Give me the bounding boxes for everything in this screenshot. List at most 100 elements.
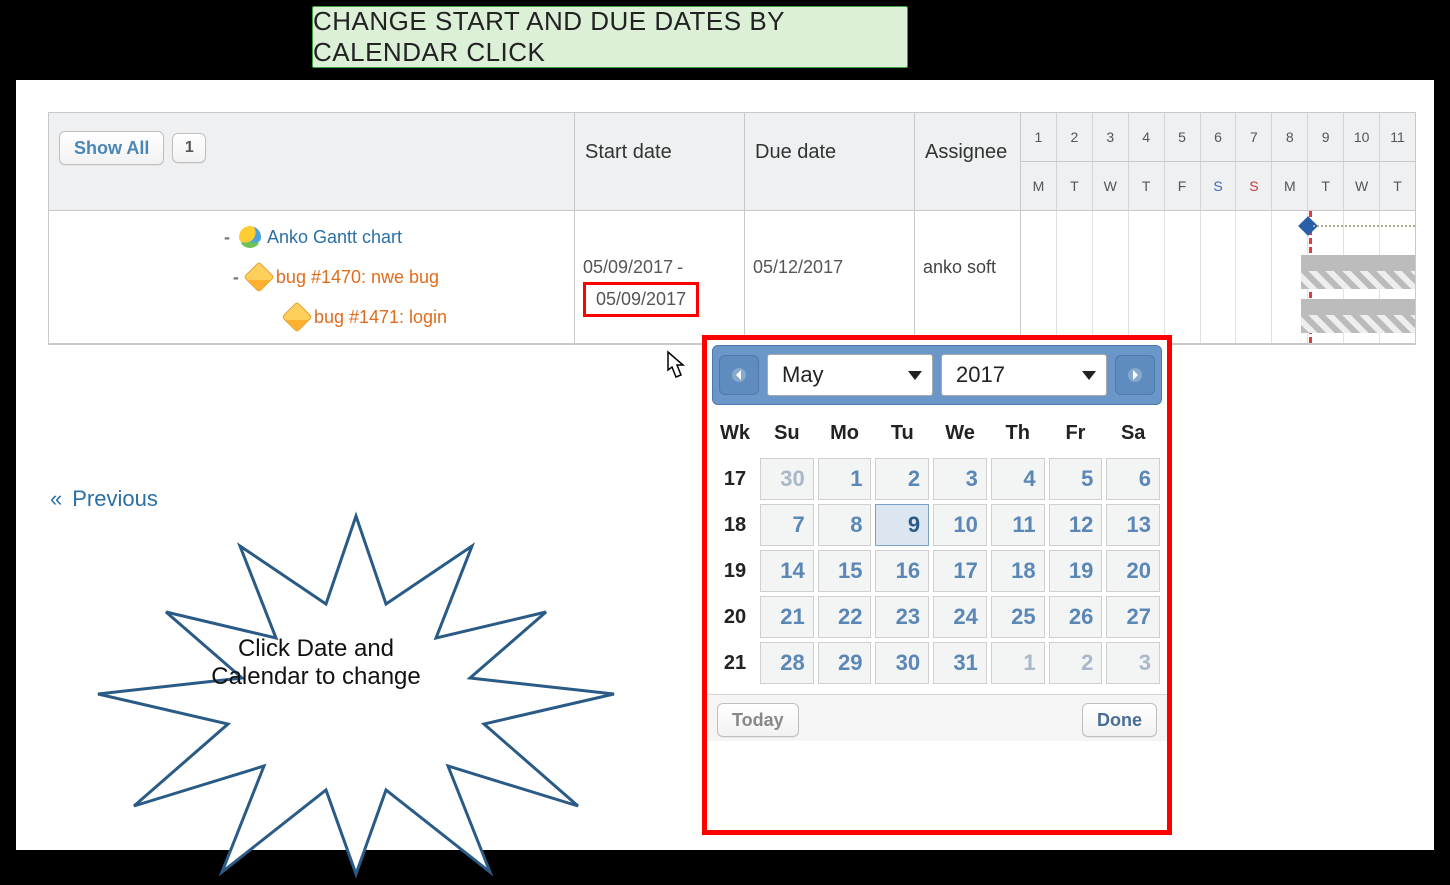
day-cell[interactable]: 7 (760, 504, 814, 546)
prev-month-button[interactable] (719, 355, 759, 395)
calendar-weekday-label: M (1272, 162, 1308, 210)
week-number: 18 (712, 502, 758, 548)
previous-link[interactable]: « Previous (50, 486, 158, 512)
day-cell[interactable]: 24 (933, 596, 987, 638)
day-cell[interactable]: 14 (760, 550, 814, 592)
day-cell[interactable]: 15 (818, 550, 872, 592)
day-cell[interactable]: 8 (818, 504, 872, 546)
calendar-weekday-label: T (1057, 162, 1093, 210)
day-cell[interactable]: 28 (760, 642, 814, 684)
start-date-value[interactable]: 05/09/2017 (596, 289, 686, 309)
dow-label: We (931, 410, 989, 456)
callout-star (76, 510, 636, 880)
datepicker-week-row: 1730123456 (712, 456, 1162, 502)
day-cell[interactable]: 25 (991, 596, 1045, 638)
day-cell[interactable]: 20 (1106, 550, 1160, 592)
calendar-weekday-label: W (1344, 162, 1380, 210)
day-cell[interactable]: 3 (1106, 642, 1160, 684)
dow-label: Tu (873, 410, 931, 456)
week-column-label: Wk (712, 410, 758, 456)
day-cell[interactable]: 30 (760, 458, 814, 500)
year-select-value: 2017 (956, 362, 1005, 388)
callout-text: Click Date and Calendar to change (166, 635, 466, 691)
calendar-weekday-label: S (1236, 162, 1272, 210)
calendar-day-numbers: 1234567891011 (1021, 113, 1415, 161)
calendar-day-number: 8 (1272, 113, 1308, 161)
day-cell[interactable]: 23 (875, 596, 929, 638)
datepicker-week-row: 1878910111213 (712, 502, 1162, 548)
issue-icon (243, 261, 274, 292)
day-cell[interactable]: 27 (1106, 596, 1160, 638)
day-cell[interactable]: 10 (933, 504, 987, 546)
banner-title: CHANGE START AND DUE DATES BY CALENDAR C… (312, 6, 908, 68)
month-select-value: May (782, 362, 824, 388)
day-cell[interactable]: 11 (991, 504, 1045, 546)
month-select[interactable]: May (767, 354, 933, 396)
gantt-bar[interactable] (1301, 315, 1415, 333)
day-cell[interactable]: 29 (818, 642, 872, 684)
tree-expander[interactable]: - (221, 227, 233, 248)
day-cell[interactable]: 12 (1049, 504, 1103, 546)
gantt-body: - Anko Gantt chart - bug #1470: nwe bug (49, 211, 1415, 344)
issue-link[interactable]: bug #1471: login (314, 307, 447, 328)
dow-label: Su (758, 410, 816, 456)
calendar-weekday-label: F (1165, 162, 1201, 210)
day-cell[interactable]: 4 (991, 458, 1045, 500)
gantt-table: Show All 1 Start date Due date Assignee … (48, 112, 1416, 345)
issue-link[interactable]: bug #1470: nwe bug (276, 267, 439, 288)
previous-label: Previous (72, 486, 158, 512)
day-cell[interactable]: 1 (818, 458, 872, 500)
day-cell[interactable]: 16 (875, 550, 929, 592)
day-cell[interactable]: 26 (1049, 596, 1103, 638)
start-date-value[interactable]: 05/09/2017 (583, 257, 673, 278)
datepicker-week-row: 2128293031123 (712, 640, 1162, 686)
calendar-day-number: 3 (1093, 113, 1129, 161)
dow-label: Fr (1047, 410, 1105, 456)
day-cell[interactable]: 17 (933, 550, 987, 592)
today-button[interactable]: Today (717, 703, 799, 737)
calendar-weekday-label: T (1380, 162, 1415, 210)
dow-label: Mo (816, 410, 874, 456)
app-panel: Show All 1 Start date Due date Assignee … (16, 80, 1434, 850)
day-cell[interactable]: 21 (760, 596, 814, 638)
day-cell[interactable]: 30 (875, 642, 929, 684)
day-cell[interactable]: 6 (1106, 458, 1160, 500)
calendar-day-number: 9 (1308, 113, 1344, 161)
calendar-weekday-label: T (1129, 162, 1165, 210)
day-cell[interactable]: 31 (933, 642, 987, 684)
chevron-left-icon: « (50, 486, 62, 512)
datepicker-header: May 2017 (712, 345, 1162, 405)
week-number: 21 (712, 640, 758, 686)
day-cell[interactable]: 13 (1106, 504, 1160, 546)
day-cell[interactable]: 18 (991, 550, 1045, 592)
next-month-button[interactable] (1115, 355, 1155, 395)
datepicker-week-row: 2021222324252627 (712, 594, 1162, 640)
dropdown-caret-icon (1082, 371, 1096, 380)
issue-icon (281, 301, 312, 332)
calendar-day-number: 1 (1021, 113, 1057, 161)
project-link[interactable]: Anko Gantt chart (267, 227, 402, 248)
day-cell[interactable]: 3 (933, 458, 987, 500)
page-number-button[interactable]: 1 (172, 133, 206, 163)
dropdown-caret-icon (908, 371, 922, 380)
day-cell[interactable]: 2 (1049, 642, 1103, 684)
gantt-header: Show All 1 Start date Due date Assignee … (49, 113, 1415, 211)
due-date-value[interactable]: 05/12/2017 (753, 257, 843, 278)
year-select[interactable]: 2017 (941, 354, 1107, 396)
day-cell[interactable]: 2 (875, 458, 929, 500)
dow-label: Th (989, 410, 1047, 456)
calendar-day-number: 11 (1380, 113, 1415, 161)
day-cell[interactable]: 22 (818, 596, 872, 638)
show-all-button[interactable]: Show All (59, 131, 164, 165)
day-cell[interactable]: 19 (1049, 550, 1103, 592)
day-cell[interactable]: 9 (875, 504, 929, 546)
day-cell[interactable]: 1 (991, 642, 1045, 684)
datepicker: May 2017 Wk Su Mo Tu We Th (702, 335, 1172, 835)
gantt-bar[interactable] (1301, 271, 1415, 289)
day-cell[interactable]: 5 (1049, 458, 1103, 500)
column-due-date: Due date (745, 113, 914, 164)
column-start-date: Start date (575, 113, 744, 164)
done-button[interactable]: Done (1082, 703, 1157, 737)
tree-expander[interactable]: - (230, 267, 242, 288)
project-icon (239, 226, 261, 248)
